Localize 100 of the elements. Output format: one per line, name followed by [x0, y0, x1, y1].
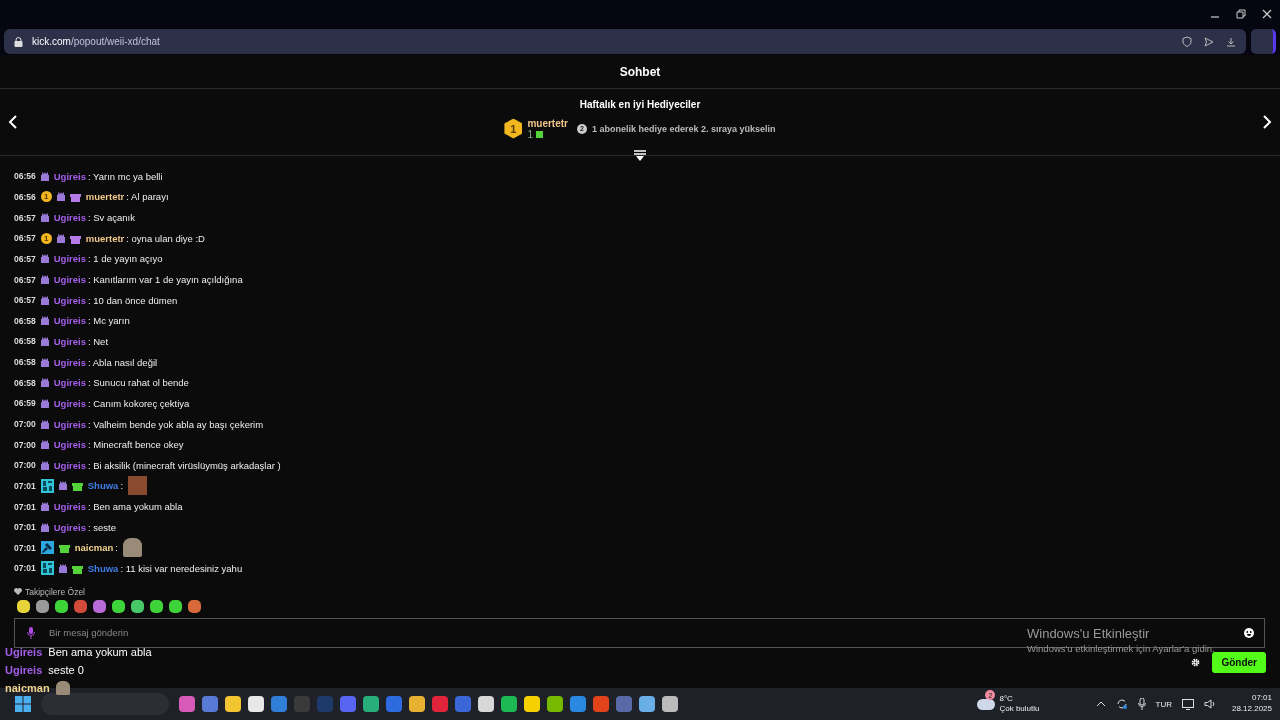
chat-username[interactable]: Ugireis — [53, 439, 86, 451]
message-text: : Mc yarın — [87, 315, 130, 327]
chat-username[interactable]: naicman — [74, 542, 114, 554]
app-icon[interactable] — [386, 696, 402, 712]
chat-username[interactable]: Ugireis — [53, 212, 86, 224]
chat-username[interactable]: Ugireis — [53, 274, 86, 285]
subscriber-icon — [40, 440, 49, 450]
shield-icon[interactable] — [1182, 36, 1192, 47]
cat-emote-placeholder — [55, 680, 70, 695]
weather-temp: 8°C — [999, 694, 1014, 704]
app-icon[interactable] — [501, 696, 517, 712]
collapse-icon[interactable] — [634, 150, 646, 161]
emote-icon[interactable] — [55, 599, 68, 613]
message-text: : Canım kokoreç çektiya — [87, 397, 190, 409]
message-time: 06:57 — [14, 212, 36, 223]
chevron-right-icon[interactable] — [1262, 115, 1272, 129]
restore-icon[interactable] — [1236, 9, 1246, 19]
emote-icon[interactable] — [112, 599, 125, 613]
overlay-message: seste 0 — [48, 663, 84, 676]
chat-username[interactable]: Ugireis — [53, 459, 86, 471]
chat-username[interactable]: muertetr — [85, 191, 125, 203]
chat-username[interactable]: Ugireis — [53, 521, 86, 533]
chevron-up-icon[interactable] — [1095, 701, 1106, 707]
chat-username[interactable]: muertetr — [85, 232, 125, 244]
app-icon[interactable] — [271, 696, 287, 712]
microphone-icon[interactable] — [1137, 698, 1146, 710]
emote-icon[interactable] — [93, 599, 106, 613]
subscriber-icon — [40, 357, 49, 367]
close-icon[interactable] — [1262, 9, 1272, 19]
message-time: 06:56 — [14, 171, 36, 182]
app-icon[interactable] — [570, 696, 586, 712]
chat-username[interactable]: Shuwa — [87, 480, 119, 492]
subscriber-icon — [40, 398, 49, 408]
app-icon[interactable] — [593, 696, 609, 712]
subscriber-icon — [40, 419, 49, 429]
app-icon[interactable] — [340, 696, 356, 712]
app-icon[interactable] — [202, 696, 218, 712]
speaker-icon[interactable] — [1203, 699, 1216, 709]
subscriber-icon — [40, 171, 49, 181]
app-icon[interactable] — [524, 696, 540, 712]
rank-badge: 1 — [504, 118, 523, 139]
message-time: 06:56 — [14, 191, 36, 202]
app-icon[interactable] — [547, 696, 563, 712]
message-time: 06:58 — [14, 357, 36, 368]
clock-time[interactable]: 07:01 — [1251, 693, 1272, 704]
app-icon[interactable] — [248, 696, 264, 712]
address-bar[interactable]: kick.com/popout/weii-xd/chat — [4, 29, 1246, 54]
emote-icon[interactable] — [188, 599, 201, 613]
settings-icon[interactable] — [1191, 657, 1201, 667]
app-icon[interactable] — [639, 696, 655, 712]
emote-placeholder — [128, 476, 147, 496]
subscriber-icon — [58, 564, 67, 573]
chat-username[interactable]: Ugireis — [53, 377, 86, 389]
message-time: 07:00 — [14, 439, 36, 450]
chat-username[interactable]: Ugireis — [53, 315, 86, 327]
message-text: : Valheim bende yok abla ay başı çekerim — [87, 418, 264, 430]
message-time: 07:01 — [14, 501, 36, 512]
rank-badge: 1 — [40, 232, 52, 244]
message-text: : seste — [87, 521, 116, 533]
chat-username[interactable]: Ugireis — [53, 501, 86, 513]
app-icon[interactable] — [662, 696, 678, 712]
monitor-icon[interactable] — [1181, 698, 1194, 710]
clock-date[interactable]: 28.12.2025 — [1231, 704, 1272, 715]
sync-icon[interactable] — [1115, 698, 1128, 710]
chat-username[interactable]: Shuwa — [87, 563, 119, 574]
download-icon[interactable] — [1226, 36, 1236, 47]
language-indicator[interactable]: TUR — [1155, 699, 1172, 709]
send-icon[interactable] — [1204, 36, 1214, 47]
app-icon[interactable] — [363, 696, 379, 712]
emote-icon[interactable] — [17, 599, 30, 613]
chevron-left-icon[interactable] — [8, 115, 18, 129]
emote-icon[interactable] — [36, 599, 49, 613]
chat-username[interactable]: Ugireis — [53, 418, 86, 430]
emote-icon[interactable] — [131, 599, 144, 613]
subscriber-icon — [40, 522, 49, 532]
chat-username[interactable]: Ugireis — [53, 253, 86, 265]
emote-icon[interactable] — [169, 599, 182, 613]
emote-icon[interactable] — [150, 599, 163, 613]
microphone-icon[interactable] — [27, 626, 35, 639]
gift-count: 1 — [527, 128, 533, 140]
activation-title: Windows'u Etkinleştir — [1027, 626, 1151, 641]
send-button[interactable]: Gönder — [1212, 651, 1266, 673]
chat-username[interactable]: Ugireis — [53, 397, 86, 409]
app-icon[interactable] — [225, 696, 241, 712]
app-icon[interactable] — [432, 696, 448, 712]
message-text: : — [115, 542, 118, 554]
chat-username[interactable]: Ugireis — [53, 335, 86, 347]
app-icon[interactable] — [179, 696, 195, 712]
chat-username[interactable]: Ugireis — [53, 294, 86, 306]
message-time: 06:58 — [14, 315, 36, 326]
overlay-message: Ben ama yokum abla — [48, 645, 152, 658]
app-icon[interactable] — [409, 696, 425, 712]
app-icon[interactable] — [478, 696, 494, 712]
chat-username[interactable]: Ugireis — [53, 356, 86, 368]
message-text: : 1 de yayın açıyo — [87, 253, 163, 265]
chat-username[interactable]: Ugireis — [53, 170, 86, 182]
emoji-icon[interactable] — [1244, 627, 1254, 638]
windows-start-icon[interactable] — [15, 696, 31, 712]
overlay-username: naicman — [5, 681, 50, 694]
subscriber-icon — [56, 192, 65, 202]
